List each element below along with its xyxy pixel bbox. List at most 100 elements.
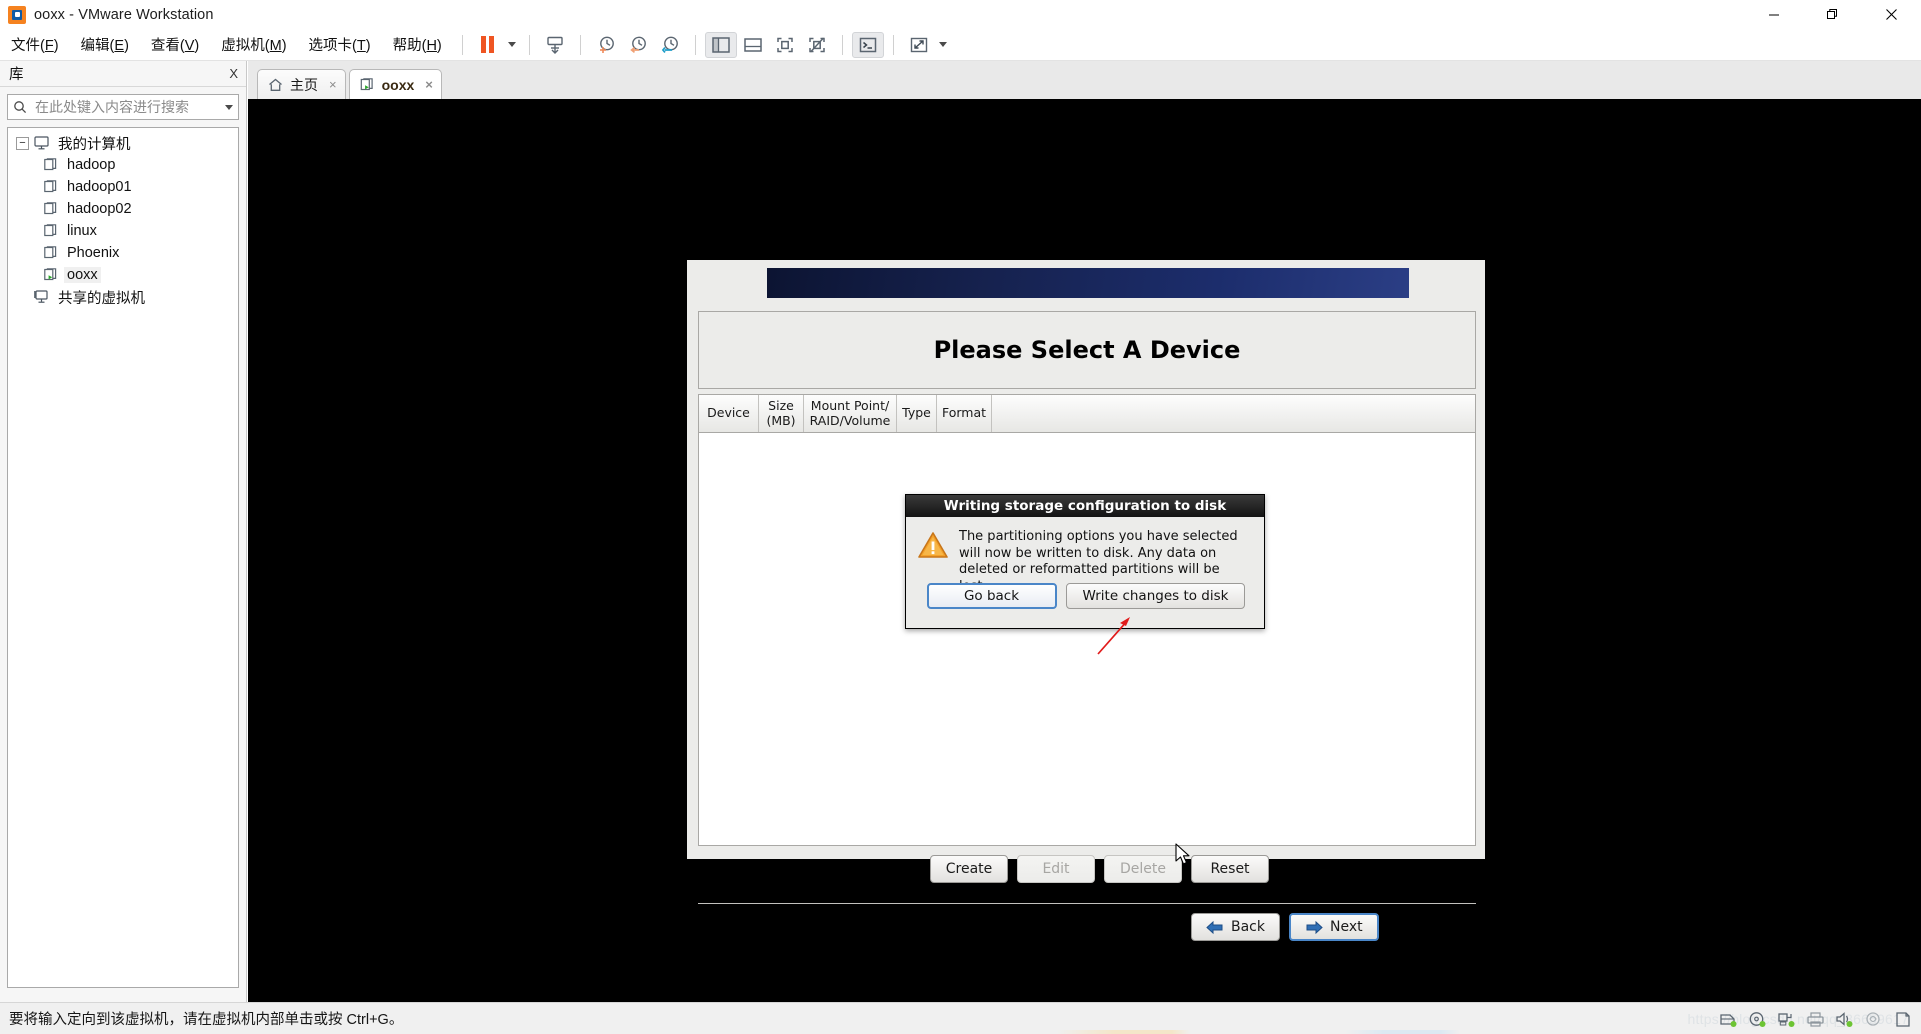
- close-icon[interactable]: ×: [329, 77, 337, 92]
- vm-icon: [44, 180, 57, 193]
- menu-file[interactable]: 文件(F): [0, 31, 70, 58]
- go-back-button[interactable]: Go back: [926, 583, 1057, 609]
- tree-item-label: hadoop02: [67, 201, 132, 217]
- menu-bar: 文件(F) 编辑(E) 查看(V) 虚拟机(M) 选项卡(T) 帮助(H): [0, 29, 1921, 61]
- library-title: 库: [9, 67, 24, 83]
- power-button[interactable]: [539, 32, 571, 58]
- back-button[interactable]: Back: [1191, 913, 1280, 941]
- snapshot-revert-button[interactable]: [622, 32, 654, 58]
- full-screen-button[interactable]: [769, 32, 801, 58]
- tree-item-ooxx[interactable]: ooxx: [8, 264, 238, 286]
- title-bar: ooxx - VMware Workstation: [0, 0, 1921, 29]
- tree-item-label: hadoop01: [67, 179, 132, 195]
- menu-view-paren: ): [194, 38, 200, 54]
- network-adapter-icon[interactable]: [1777, 1011, 1797, 1028]
- vmware-workstation-window: ooxx - VMware Workstation 文件(F) 编辑(E) 查看…: [0, 0, 1921, 1034]
- column-header-size[interactable]: Size (MB): [759, 395, 804, 432]
- column-header-size-l1: Size: [768, 398, 794, 414]
- suspend-dropdown[interactable]: [504, 32, 520, 58]
- printer-icon[interactable]: [1806, 1011, 1826, 1028]
- menu-tabs-accel: T: [356, 38, 366, 54]
- window-controls: [1744, 0, 1921, 29]
- tree-item-phoenix[interactable]: Phoenix: [8, 242, 238, 264]
- usb-icon[interactable]: [1864, 1011, 1884, 1028]
- tree-item-label: ooxx: [64, 267, 101, 283]
- next-button[interactable]: Next: [1289, 913, 1379, 941]
- write-changes-to-disk-button[interactable]: Write changes to disk: [1065, 583, 1246, 609]
- tree-item-hadoop02[interactable]: hadoop02: [8, 198, 238, 220]
- tree-item-hadoop[interactable]: hadoop: [8, 154, 238, 176]
- search-input[interactable]: [33, 98, 219, 116]
- show-library-button[interactable]: [704, 31, 737, 58]
- menu-help[interactable]: 帮助(H): [382, 31, 453, 58]
- menu-tabs-text: 选项卡(: [308, 38, 357, 54]
- bottom-pane-icon: [744, 37, 762, 52]
- tree-item-my-computer[interactable]: − 我的计算机: [8, 132, 238, 154]
- restore-icon[interactable]: [1803, 0, 1862, 29]
- chevron-down-icon[interactable]: [225, 104, 233, 110]
- toolbar-separator-6: [892, 34, 894, 55]
- create-button[interactable]: Create: [930, 855, 1008, 883]
- tab-home[interactable]: 主页 ×: [257, 69, 346, 99]
- suspend-button[interactable]: [472, 32, 504, 58]
- menu-vm[interactable]: 虚拟机(M): [210, 31, 297, 58]
- column-header-filler: [992, 395, 1475, 432]
- unity-off-icon: [809, 37, 825, 52]
- shared-vm-icon: [34, 290, 48, 303]
- chevron-down-icon: [507, 42, 516, 47]
- column-header-type[interactable]: Type: [897, 395, 937, 432]
- show-thumbnail-bar-button[interactable]: [737, 32, 769, 58]
- minimize-icon[interactable]: [1744, 0, 1803, 29]
- console-button[interactable]: [851, 31, 884, 58]
- collapse-expander-icon[interactable]: −: [16, 136, 29, 150]
- column-header-mount-point[interactable]: Mount Point/ RAID/Volume: [804, 395, 897, 432]
- menu-view[interactable]: 查看(V): [140, 31, 210, 58]
- stretch-arrows-icon: [910, 37, 927, 52]
- tree-item-linux[interactable]: linux: [8, 220, 238, 242]
- window-title: ooxx - VMware Workstation: [34, 6, 214, 23]
- notes-icon[interactable]: [1893, 1011, 1913, 1028]
- tab-ooxx[interactable]: ooxx ×: [348, 69, 442, 99]
- snapshot-take-button[interactable]: [590, 32, 622, 58]
- column-header-device[interactable]: Device: [699, 395, 759, 432]
- tab-label: ooxx: [381, 76, 415, 93]
- library-tree: − 我的计算机 hadoop hadoop01 hadoop02 linux P…: [7, 127, 239, 988]
- menu-tabs-paren: ): [365, 38, 371, 54]
- close-icon[interactable]: [1862, 0, 1921, 29]
- vm-icon: [44, 224, 57, 237]
- unity-mode-button[interactable]: [801, 32, 833, 58]
- sound-card-icon[interactable]: [1835, 1011, 1855, 1028]
- tree-item-label: linux: [67, 223, 97, 239]
- power-down-icon: [547, 36, 563, 54]
- installer-divider: [698, 903, 1476, 904]
- home-icon: [269, 78, 282, 91]
- tree-item-hadoop01[interactable]: hadoop01: [8, 176, 238, 198]
- column-header-format-label: Format: [941, 405, 987, 421]
- vm-icon: [44, 158, 57, 171]
- tree-item-label: 共享的虚拟机: [58, 290, 145, 307]
- hard-disk-icon[interactable]: [1719, 1011, 1739, 1028]
- dialog-title: Writing storage configuration to disk: [906, 495, 1264, 517]
- menu-tabs[interactable]: 选项卡(T): [298, 31, 382, 58]
- tab-strip: 主页 × ooxx ×: [248, 61, 1921, 99]
- taskbar-strip: [0, 1030, 1921, 1034]
- close-icon[interactable]: ×: [425, 77, 433, 92]
- computer-icon: [34, 136, 49, 150]
- cd-dvd-icon[interactable]: [1748, 1011, 1768, 1028]
- menu-edit[interactable]: 编辑(E): [70, 31, 140, 58]
- search-icon: [14, 101, 27, 114]
- dialog-buttons: Go back Write changes to disk: [906, 583, 1266, 609]
- column-header-mount-l2: RAID/Volume: [809, 412, 891, 428]
- delete-button: Delete: [1104, 855, 1182, 883]
- stretch-button[interactable]: [903, 32, 935, 58]
- stretch-dropdown[interactable]: [935, 32, 951, 58]
- tree-item-shared-vms[interactable]: 共享的虚拟机: [8, 286, 238, 308]
- column-header-device-label: Device: [707, 405, 750, 421]
- reset-button[interactable]: Reset: [1191, 855, 1269, 883]
- close-icon[interactable]: X: [229, 66, 238, 81]
- snapshot-manager-button[interactable]: [654, 32, 686, 58]
- column-header-format[interactable]: Format: [937, 395, 992, 432]
- vmware-logo-icon: [8, 5, 26, 24]
- installer-nav-buttons: Back Next: [1191, 913, 1379, 941]
- library-search[interactable]: [7, 94, 239, 120]
